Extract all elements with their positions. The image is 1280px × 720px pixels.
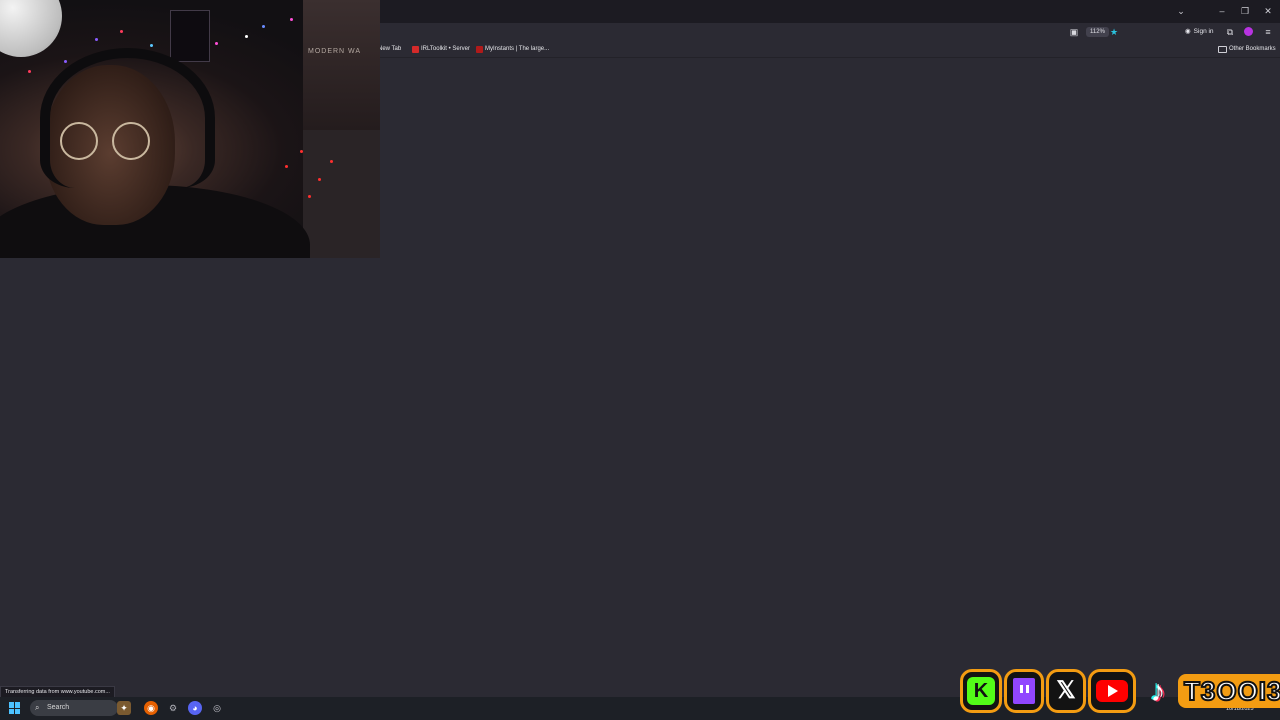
string-light <box>290 18 293 21</box>
webcam-overlay: MODERN WA <box>0 0 380 258</box>
kick-icon: K <box>960 669 1002 713</box>
string-light <box>95 38 98 41</box>
bookmark-star-icon[interactable]: ★ <box>1108 26 1120 38</box>
search-icon: ⌕ <box>35 703 40 712</box>
headset <box>40 48 215 188</box>
windows-start-icon[interactable] <box>9 702 21 714</box>
irltoolkit-favicon-icon <box>412 45 419 53</box>
sign-in-label: Sign in <box>1193 28 1214 35</box>
moon-lamp <box>0 0 62 57</box>
bookmark-label: MyInstants | The large... <box>485 46 550 52</box>
wall-poster-right <box>303 0 380 130</box>
string-light <box>215 42 218 45</box>
menu-icon[interactable]: ≡ <box>1262 26 1274 38</box>
restore-button[interactable]: ❐ <box>1238 4 1252 18</box>
settings-gear-icon[interactable]: ⚙ <box>166 701 180 715</box>
tree-light <box>318 178 321 181</box>
other-bookmarks[interactable]: Other Bookmarks <box>1218 44 1276 54</box>
tiktok-icon: ♪ <box>1150 675 1166 708</box>
taskbar-search[interactable]: ⌕ Search <box>30 700 118 716</box>
minimize-button[interactable]: – <box>1215 4 1229 18</box>
account-icon: ◉ <box>1185 28 1191 35</box>
other-bookmarks-label: Other Bookmarks <box>1229 46 1276 52</box>
glasses-left-lens <box>60 122 98 160</box>
bookmark-new-tab[interactable]: New Tab <box>378 44 401 54</box>
discord-icon[interactable]: ◕ <box>188 701 202 715</box>
bookmark-label: IRLToolkit • Server <box>421 46 471 52</box>
search-highlight-icon[interactable]: ✦ <box>117 701 131 715</box>
tab-list-chevron-icon[interactable]: ⌄ <box>1174 4 1188 18</box>
profile-avatar[interactable] <box>1244 27 1253 36</box>
sign-in-button[interactable]: ◉ Sign in <box>1185 26 1214 38</box>
poster-text: MODERN WA <box>308 48 362 55</box>
reader-view-icon[interactable]: ▣ <box>1068 26 1080 38</box>
wall-poster <box>170 10 210 62</box>
x-icon: 𝕏 <box>1046 669 1086 713</box>
tree-light <box>300 150 303 153</box>
twitch-icon <box>1004 669 1044 713</box>
streamer-handle: T3OOI3 <box>1178 674 1280 708</box>
zoom-level-badge[interactable]: 112% <box>1086 27 1109 37</box>
myinstants-favicon-icon <box>476 45 483 53</box>
close-button[interactable]: ✕ <box>1261 4 1275 18</box>
string-light <box>262 25 265 28</box>
string-light <box>150 44 153 47</box>
string-light <box>245 35 248 38</box>
bookmark-myinstants[interactable]: MyInstants | The large... <box>476 44 549 54</box>
extensions-icon[interactable]: ⧉ <box>1224 26 1236 38</box>
bookmark-label: New Tab <box>378 46 402 52</box>
search-placeholder: Search <box>47 704 70 711</box>
wall-shadow <box>303 130 380 258</box>
string-light <box>64 60 67 63</box>
tree-light <box>285 165 288 168</box>
firefox-icon[interactable]: ◉ <box>144 701 158 715</box>
folder-icon <box>1218 45 1227 53</box>
string-light <box>28 70 31 73</box>
youtube-icon <box>1088 669 1136 713</box>
glasses-right-lens <box>112 122 150 160</box>
obs-icon[interactable]: ◎ <box>210 701 224 715</box>
tree-light <box>308 195 311 198</box>
bookmark-irltoolkit[interactable]: IRLToolkit • Server <box>412 44 470 54</box>
string-light <box>120 30 123 33</box>
tree-light <box>330 160 333 163</box>
